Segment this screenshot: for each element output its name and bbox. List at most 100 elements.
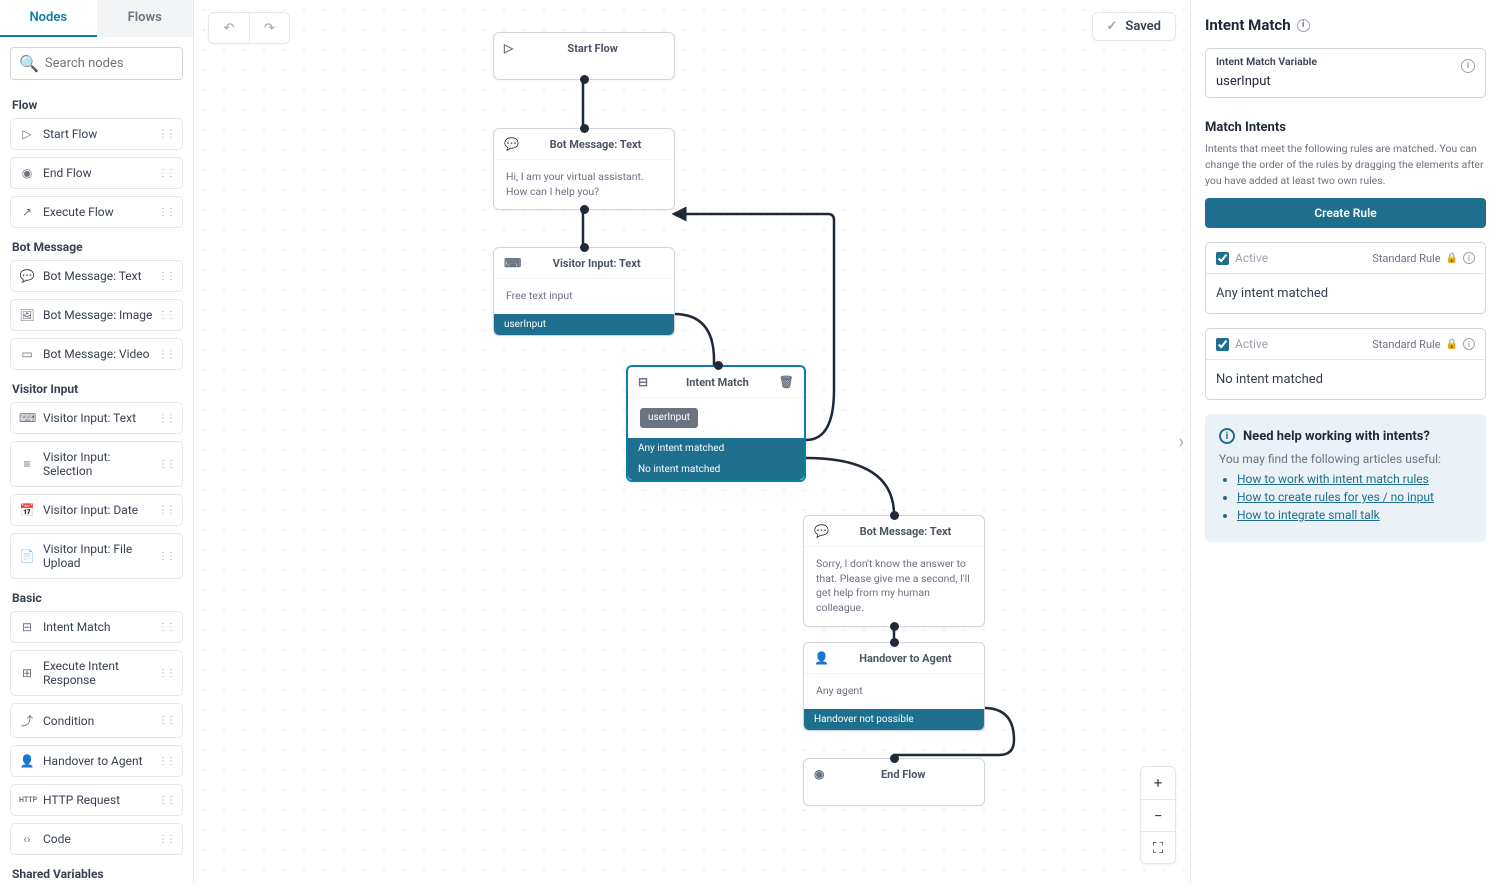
variable-field[interactable]: Intent Match Variable userInput i xyxy=(1205,48,1486,98)
rule-card[interactable]: Active Standard Rule 🔒 i Any intent matc… xyxy=(1205,242,1486,314)
standard-rule-label: Standard Rule 🔒 i xyxy=(1372,252,1475,265)
node-output-any[interactable]: Any intent matched xyxy=(628,438,804,459)
palette-end-flow[interactable]: ◉End Flow⋮⋮ xyxy=(10,157,183,189)
category-title: Bot Message xyxy=(12,240,183,254)
node-output-band[interactable]: Handover not possible xyxy=(804,709,984,730)
zoom-out-button[interactable]: − xyxy=(1141,799,1175,831)
undo-button[interactable]: ↶ xyxy=(209,13,249,43)
node-label: Bot Message: Video xyxy=(43,347,158,361)
trash-icon[interactable]: 🗑 xyxy=(779,375,794,389)
node-body: Any agent xyxy=(804,674,984,709)
port-in[interactable] xyxy=(890,754,899,763)
collapse-right-panel-icon[interactable]: › xyxy=(1179,432,1184,453)
variable-chip: userInput xyxy=(640,408,698,428)
drag-handle-icon[interactable]: ⋮⋮ xyxy=(158,310,174,321)
help-link[interactable]: How to work with intent match rules xyxy=(1237,472,1429,486)
palette-bot-message-video[interactable]: ▭ Bot Message: Video⋮⋮ xyxy=(10,338,183,370)
node-icon: ▭ xyxy=(19,347,35,361)
tab-nodes[interactable]: Nodes xyxy=(0,0,97,37)
palette-visitor-input-selection[interactable]: ≡Visitor Input: Selection⋮⋮ xyxy=(10,441,183,487)
flow-canvas[interactable]: ↶ ↷ ✓ Saved ▷Start Flow 💬Bot Message: Te… xyxy=(194,0,1190,884)
active-label: Active xyxy=(1235,251,1372,265)
info-icon[interactable]: i xyxy=(1297,19,1310,32)
agent-icon: 👤 xyxy=(814,651,829,665)
info-icon[interactable]: i xyxy=(1461,59,1475,73)
search-input[interactable] xyxy=(45,56,211,71)
palette-start-flow[interactable]: ▷Start Flow⋮⋮ xyxy=(10,118,183,150)
help-link[interactable]: How to create rules for yes / no input xyxy=(1237,490,1434,504)
drag-handle-icon[interactable]: ⋮⋮ xyxy=(158,756,174,767)
search-box[interactable]: 🔍 xyxy=(10,47,183,80)
help-link[interactable]: How to integrate small talk xyxy=(1237,508,1380,522)
intent-icon: ⊟ xyxy=(638,375,648,389)
port-in[interactable] xyxy=(580,124,589,133)
drag-handle-icon[interactable]: ⋮⋮ xyxy=(158,551,174,562)
redo-button[interactable]: ↷ xyxy=(249,13,289,43)
palette-bot-message-text[interactable]: 💬Bot Message: Text⋮⋮ xyxy=(10,260,183,292)
info-icon[interactable]: i xyxy=(1463,338,1475,350)
palette-visitor-input-file-upload[interactable]: 📄Visitor Input: File Upload⋮⋮ xyxy=(10,533,183,579)
active-label: Active xyxy=(1235,337,1372,351)
drag-handle-icon[interactable]: ⋮⋮ xyxy=(158,129,174,140)
node-start-flow[interactable]: ▷Start Flow xyxy=(493,32,675,80)
palette-http-request[interactable]: HTTPHTTP Request⋮⋮ xyxy=(10,784,183,816)
fullscreen-button[interactable]: ⛶ xyxy=(1141,831,1175,863)
node-icon: 📅 xyxy=(19,503,35,517)
drag-handle-icon[interactable]: ⋮⋮ xyxy=(158,459,174,470)
palette-code[interactable]: ‹›Code⋮⋮ xyxy=(10,823,183,855)
node-handover[interactable]: 👤Handover to Agent Any agent Handover no… xyxy=(803,642,985,731)
palette-execute-flow[interactable]: ↗Execute Flow⋮⋮ xyxy=(10,196,183,228)
info-icon[interactable]: i xyxy=(1463,252,1475,264)
rule-active-checkbox[interactable] xyxy=(1216,338,1229,351)
node-icon: ⌨ xyxy=(19,411,35,425)
palette-condition[interactable]: ⤴Condition⋮⋮ xyxy=(10,703,183,738)
drag-handle-icon[interactable]: ⋮⋮ xyxy=(158,622,174,633)
drag-handle-icon[interactable]: ⋮⋮ xyxy=(158,795,174,806)
node-end-flow[interactable]: ◉End Flow xyxy=(803,758,985,806)
tab-flows[interactable]: Flows xyxy=(97,0,194,37)
field-value: userInput xyxy=(1216,74,1271,89)
drag-handle-icon[interactable]: ⋮⋮ xyxy=(158,349,174,360)
port-out[interactable] xyxy=(890,622,899,631)
create-rule-button[interactable]: Create Rule xyxy=(1205,198,1486,228)
node-icon: ⊞ xyxy=(19,666,35,680)
rule-active-checkbox[interactable] xyxy=(1216,252,1229,265)
drag-handle-icon[interactable]: ⋮⋮ xyxy=(158,505,174,516)
drag-handle-icon[interactable]: ⋮⋮ xyxy=(158,715,174,726)
drag-handle-icon[interactable]: ⋮⋮ xyxy=(158,168,174,179)
palette-visitor-input-date[interactable]: 📅 Visitor Input: Date⋮⋮ xyxy=(10,494,183,526)
node-bot-sorry[interactable]: 💬Bot Message: Text Sorry, I don't know t… xyxy=(803,515,985,627)
rule-card[interactable]: Active Standard Rule 🔒 i No intent match… xyxy=(1205,328,1486,400)
node-output-none[interactable]: No intent matched xyxy=(628,459,804,480)
palette-handover-to-agent[interactable]: 👤Handover to Agent⋮⋮ xyxy=(10,745,183,777)
node-bot-greet[interactable]: 💬Bot Message: Text Hi, I am your virtual… xyxy=(493,128,675,210)
node-body: Hi, I am your virtual assistant. How can… xyxy=(494,160,674,209)
palette-intent-match[interactable]: ⊟Intent Match⋮⋮ xyxy=(10,611,183,643)
drag-handle-icon[interactable]: ⋮⋮ xyxy=(158,834,174,845)
port-in[interactable] xyxy=(714,361,723,370)
sidebar: Nodes Flows 🔍 Flow ▷Start Flow⋮⋮ ◉End Flow… xyxy=(0,0,194,884)
port-in[interactable] xyxy=(890,638,899,647)
palette-execute-intent-response[interactable]: ⊞Execute Intent Response⋮⋮ xyxy=(10,650,183,696)
drag-handle-icon[interactable]: ⋮⋮ xyxy=(158,668,174,679)
palette-visitor-input-text[interactable]: ⌨Visitor Input: Text⋮⋮ xyxy=(10,402,183,434)
port-in[interactable] xyxy=(580,243,589,252)
node-icon: ≡ xyxy=(19,457,35,471)
help-title: Need help working with intents? xyxy=(1243,429,1430,444)
node-intent-match[interactable]: ⊟Intent Match🗑 userInput Any intent matc… xyxy=(626,365,806,482)
node-visitor-input[interactable]: ⌨Visitor Input: Text Free text input use… xyxy=(493,247,675,336)
zoom-in-button[interactable]: + xyxy=(1141,767,1175,799)
palette-bot-message-image[interactable]: 🖼Bot Message: Image⋮⋮ xyxy=(10,299,183,331)
node-output-band[interactable]: userInput xyxy=(494,314,674,335)
rule-text: No intent matched xyxy=(1206,360,1485,399)
node-label: Visitor Input: Date xyxy=(43,503,158,517)
drag-handle-icon[interactable]: ⋮⋮ xyxy=(158,271,174,282)
port-in[interactable] xyxy=(890,511,899,520)
drag-handle-icon[interactable]: ⋮⋮ xyxy=(158,413,174,424)
port-out[interactable] xyxy=(580,205,589,214)
category-title: Flow xyxy=(12,98,183,112)
drag-handle-icon[interactable]: ⋮⋮ xyxy=(158,207,174,218)
port-out[interactable] xyxy=(580,75,589,84)
properties-panel: Intent Match i Intent Match Variable use… xyxy=(1190,0,1500,884)
node-icon: 👤 xyxy=(19,754,35,768)
